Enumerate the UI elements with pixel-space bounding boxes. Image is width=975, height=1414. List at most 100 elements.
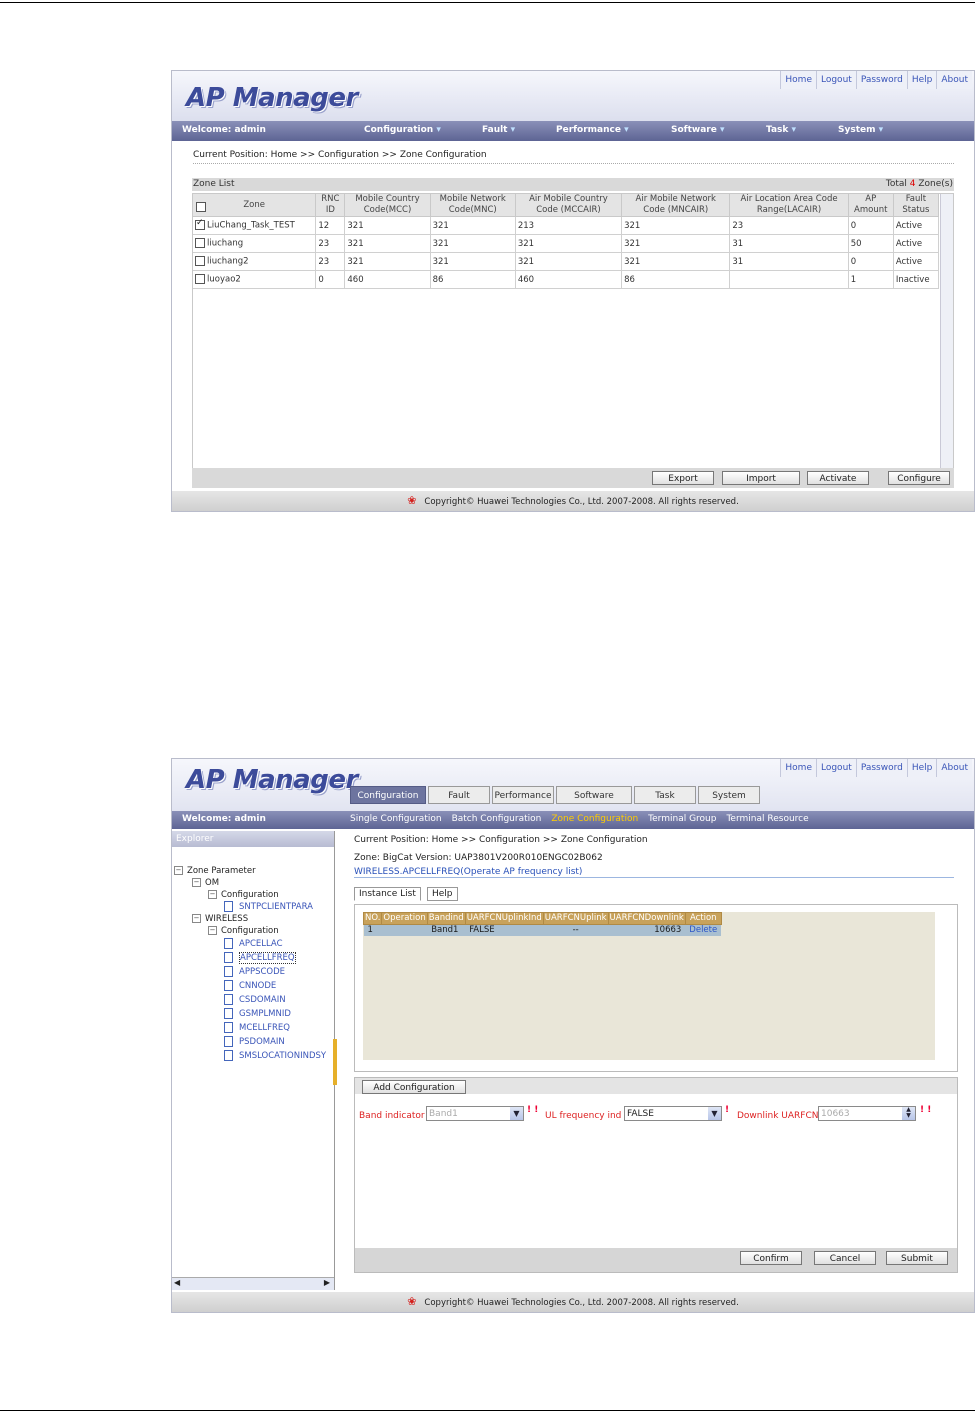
- tree-node-wireless[interactable]: − WIRELESS: [174, 913, 326, 925]
- splitter-handle[interactable]: [333, 1039, 337, 1085]
- table-row[interactable]: 1 Band1 FALSE -- 10663 Delete: [363, 924, 722, 936]
- home-link[interactable]: Home: [780, 759, 816, 777]
- tree-item-selected[interactable]: APCELLFREQ: [174, 951, 326, 965]
- tree-item[interactable]: CSDOMAIN: [174, 993, 326, 1007]
- tree-item[interactable]: SMSLOCATIONINDSY: [174, 1049, 326, 1063]
- tree-item[interactable]: CNNODE: [174, 979, 326, 993]
- menu-system[interactable]: System: [838, 125, 883, 135]
- menu-task[interactable]: Task: [766, 125, 796, 135]
- about-link[interactable]: About: [936, 759, 972, 777]
- mncair-cell: 321: [621, 216, 731, 235]
- confirm-button[interactable]: Confirm: [740, 1251, 802, 1265]
- logout-link[interactable]: Logout: [815, 759, 856, 777]
- delete-link[interactable]: Delete: [685, 924, 722, 936]
- tree-item[interactable]: GSMPLMNID: [174, 1007, 326, 1021]
- table-row[interactable]: liuchang 23 321 321 321 321 31 50 Active: [191, 234, 940, 253]
- tree-item[interactable]: APPSCODE: [174, 965, 326, 979]
- row-checkbox[interactable]: [195, 256, 205, 267]
- tab-performance[interactable]: Performance: [492, 786, 554, 804]
- collapse-icon[interactable]: −: [192, 914, 201, 923]
- tab-help[interactable]: Help: [427, 887, 458, 901]
- select-all-checkbox[interactable]: [196, 202, 206, 212]
- spinner-arrows-icon[interactable]: ▲ ▼: [902, 1107, 915, 1120]
- ul-frequency-ind-select[interactable]: FALSE ▼: [624, 1106, 722, 1121]
- tab-software[interactable]: Software: [556, 786, 632, 804]
- submit-button[interactable]: Submit: [886, 1251, 948, 1265]
- submenu-zone-configuration[interactable]: Zone Configuration: [551, 814, 638, 824]
- submenu-batch-configuration[interactable]: Batch Configuration: [452, 814, 542, 824]
- zone-table-scrollbar[interactable]: [940, 193, 954, 468]
- lacair-cell: 31: [729, 252, 849, 271]
- menu-performance[interactable]: Performance: [556, 125, 629, 135]
- menu-software[interactable]: Software: [671, 125, 724, 135]
- mnc-cell: 321: [429, 252, 516, 271]
- chevron-down-icon[interactable]: ▼: [708, 1107, 721, 1120]
- export-button[interactable]: Export: [652, 471, 714, 485]
- ul-frequency-ind-label: UL frequency ind: [545, 1111, 622, 1121]
- ul-frequency-ind-value: FALSE: [627, 1109, 654, 1119]
- tree-node-om-configuration[interactable]: − Configuration: [174, 889, 326, 901]
- home-link[interactable]: Home: [780, 71, 816, 89]
- required-marker: !: [725, 1105, 730, 1115]
- mcc-cell: 321: [344, 252, 431, 271]
- col-uarfcn-uplink-ind: UARFCNUplinkInd: [464, 912, 544, 925]
- tree-item[interactable]: APCELLAC: [174, 937, 326, 951]
- tree-item[interactable]: PSDOMAIN: [174, 1035, 326, 1049]
- welcome-text: Welcome: admin: [182, 125, 266, 135]
- table-row[interactable]: luoyao2 0 460 86 460 86 1 Inactive: [191, 270, 940, 289]
- help-link[interactable]: Help: [906, 759, 937, 777]
- row-checkbox[interactable]: [195, 218, 205, 231]
- tree-node-zone-parameter[interactable]: − Zone Parameter: [174, 865, 326, 877]
- scroll-right-icon[interactable]: ▶: [324, 1278, 330, 1287]
- help-link[interactable]: Help: [906, 71, 937, 89]
- row-checkbox[interactable]: [195, 238, 205, 249]
- collapse-icon[interactable]: −: [192, 878, 201, 887]
- submenu-single-configuration[interactable]: Single Configuration: [350, 814, 442, 824]
- zone-name: liuchang: [207, 238, 244, 249]
- tab-instance-list[interactable]: Instance List: [354, 887, 421, 901]
- configure-button[interactable]: Configure: [888, 471, 950, 485]
- band-indicator-select[interactable]: Band1 ▼: [426, 1106, 524, 1121]
- password-link[interactable]: Password: [855, 759, 907, 777]
- tree-item[interactable]: SNTPCLIENTPARA: [174, 901, 326, 913]
- fault-status-cell: Active: [892, 216, 940, 235]
- table-row[interactable]: liuchang2 23 321 321 321 321 31 0 Active: [191, 252, 940, 271]
- logout-link[interactable]: Logout: [815, 71, 856, 89]
- import-button[interactable]: Import: [722, 471, 800, 485]
- row-checkbox[interactable]: [195, 274, 205, 285]
- add-configuration-button[interactable]: Add Configuration: [362, 1080, 466, 1094]
- submenu-terminal-group[interactable]: Terminal Group: [648, 814, 716, 824]
- menu-configuration[interactable]: Configuration: [364, 125, 441, 135]
- app-header: AP Manager Home Logout Password Help Abo…: [172, 71, 974, 121]
- activate-button[interactable]: Activate: [807, 471, 869, 485]
- tab-fault[interactable]: Fault: [428, 786, 490, 804]
- object-title: WIRELESS.APCELLFREQ(Operate AP frequency…: [354, 867, 954, 878]
- explorer-horizontal-scrollbar[interactable]: ◀ ▶: [172, 1277, 334, 1290]
- scroll-left-icon[interactable]: ◀: [174, 1278, 180, 1287]
- tab-task[interactable]: Task: [634, 786, 696, 804]
- tree-node-om[interactable]: − OM: [174, 877, 326, 889]
- collapse-icon[interactable]: −: [174, 866, 183, 875]
- app-logo: AP Manager: [186, 83, 358, 113]
- zone-table: Zone RNC ID Mobile Country Code(MCC) Mob…: [191, 193, 940, 289]
- collapse-icon[interactable]: −: [208, 890, 217, 899]
- required-marker: ! !: [920, 1105, 932, 1115]
- tree-node-wireless-configuration[interactable]: − Configuration: [174, 925, 326, 937]
- submenu-terminal-resource[interactable]: Terminal Resource: [726, 814, 808, 824]
- tab-system[interactable]: System: [698, 786, 760, 804]
- downlink-uarfcn-spinner[interactable]: 10663 ▲ ▼: [818, 1106, 916, 1121]
- menu-fault[interactable]: Fault: [482, 125, 515, 135]
- tree-item[interactable]: MCELLFREQ: [174, 1021, 326, 1035]
- collapse-icon[interactable]: −: [208, 926, 217, 935]
- cancel-button[interactable]: Cancel: [814, 1251, 876, 1265]
- tab-configuration[interactable]: Configuration: [350, 786, 426, 804]
- fault-status-cell: Active: [892, 234, 940, 253]
- table-row[interactable]: LiuChang_Task_TEST 12 321 321 213 321 23…: [191, 216, 940, 235]
- about-link[interactable]: About: [936, 71, 972, 89]
- ap-amount-cell: 50: [847, 234, 894, 253]
- document-icon: [224, 901, 233, 912]
- chevron-down-icon[interactable]: ▼: [510, 1107, 523, 1120]
- password-link[interactable]: Password: [855, 71, 907, 89]
- tree-label: Configuration: [221, 926, 279, 936]
- tree-label: GSMPLMNID: [239, 1009, 291, 1019]
